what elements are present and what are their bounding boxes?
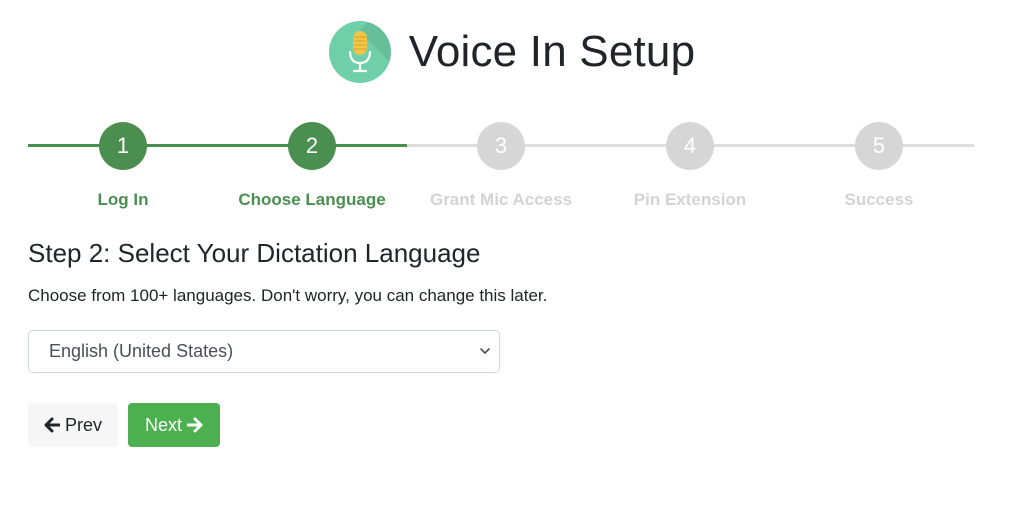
language-select-value: English (United States) [49,341,234,361]
setup-stepper: 1 Log In 2 Choose Language 3 Grant Mic A… [28,122,974,209]
step-log-in: 1 Log In [28,122,218,210]
step-pin-extension: 4 Pin Extension [595,122,785,210]
page-title: Voice In Setup [408,27,696,76]
step-number-badge: 1 [99,122,147,170]
arrow-right-icon [187,417,203,433]
step-grant-mic-access: 3 Grant Mic Access [406,122,596,210]
prev-button-label: Prev [64,414,102,435]
step-label: Pin Extension [633,190,747,209]
next-button-label: Next [144,414,182,435]
step-label: Grant Mic Access [429,190,573,209]
step-description: Choose from 100+ languages. Don't worry,… [28,286,548,305]
step-number-badge: 2 [288,122,336,170]
step-label: Log In [97,190,149,209]
next-button[interactable]: Next [128,403,220,447]
step-choose-language: 2 Choose Language [217,122,407,210]
microphone-icon [348,31,371,73]
logo [328,21,391,83]
step-label: Success [844,190,914,209]
language-select[interactable]: English (United States) [28,330,500,373]
arrow-left-icon [44,417,60,433]
page-header: Voice In Setup [0,20,1024,84]
step-number-badge: 5 [855,122,903,170]
setup-page: Voice In Setup 1 Log In 2 Choose Languag… [0,0,1024,530]
step-label: Choose Language [238,190,386,209]
chevron-down-icon [480,348,490,354]
step-heading: Step 2: Select Your Dictation Language [28,238,481,268]
step-success: 5 Success [784,122,974,210]
step-number-badge: 3 [477,122,525,170]
step-number-badge: 4 [666,122,714,170]
prev-button[interactable]: Prev [28,403,118,447]
